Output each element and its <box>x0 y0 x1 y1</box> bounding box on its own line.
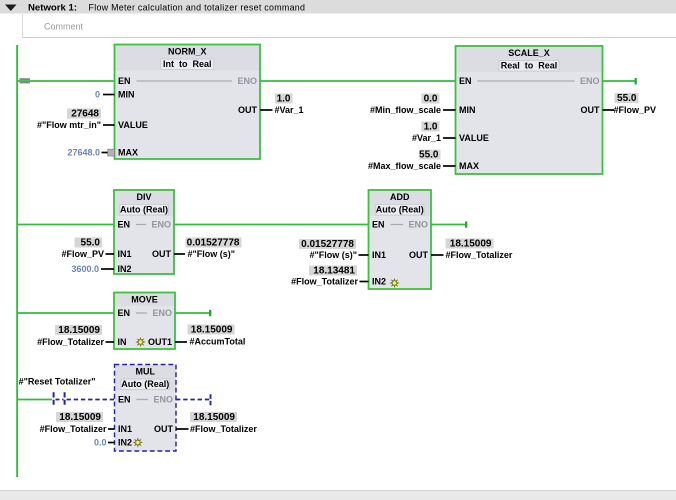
svg-text:#"Flow (s)": #"Flow (s)" <box>309 250 357 260</box>
svg-text:#Flow_Totalizer: #Flow_Totalizer <box>446 250 513 260</box>
svg-text:ENO: ENO <box>580 76 600 86</box>
svg-text:0.0: 0.0 <box>94 438 107 448</box>
svg-text:Auto (Real): Auto (Real) <box>376 205 424 215</box>
svg-text:#"Reset Totalizer": #"Reset Totalizer" <box>19 377 96 387</box>
svg-text:#Var_1: #Var_1 <box>412 133 441 143</box>
svg-text:55.0: 55.0 <box>419 150 439 161</box>
svg-text:55.0: 55.0 <box>81 238 101 249</box>
svg-text:IN1: IN1 <box>372 250 386 260</box>
svg-text:Network 1:: Network 1: <box>28 3 77 14</box>
svg-text:3600.0: 3600.0 <box>71 264 99 274</box>
svg-text:IN: IN <box>118 337 127 347</box>
svg-text:Auto (Real): Auto (Real) <box>121 379 169 389</box>
svg-text:Comment: Comment <box>44 22 84 32</box>
svg-text:#Flow_Totalizer: #Flow_Totalizer <box>291 277 358 287</box>
svg-text:EN: EN <box>118 395 131 405</box>
svg-text:IN1: IN1 <box>118 249 132 259</box>
svg-text:VALUE: VALUE <box>459 133 489 143</box>
svg-text:OUT: OUT <box>581 105 601 115</box>
svg-text:#Flow_Totalizer: #Flow_Totalizer <box>40 424 107 434</box>
svg-text:18.15009: 18.15009 <box>59 412 101 423</box>
svg-text:#Flow_Totalizer: #Flow_Totalizer <box>190 424 257 434</box>
svg-text:#Min_flow_scale: #Min_flow_scale <box>370 105 441 115</box>
svg-text:27648: 27648 <box>71 109 99 120</box>
svg-text:DIV: DIV <box>136 192 151 202</box>
svg-text:#Flow_PV: #Flow_PV <box>614 105 657 115</box>
svg-text:#Flow_PV: #Flow_PV <box>61 249 104 259</box>
svg-text:IN2: IN2 <box>118 264 132 274</box>
svg-text:MIN: MIN <box>459 105 476 115</box>
svg-text:EN: EN <box>459 76 472 86</box>
svg-text:18.15009: 18.15009 <box>193 412 235 423</box>
svg-text:#AccumTotal: #AccumTotal <box>190 337 246 347</box>
svg-text:0.01527778: 0.01527778 <box>187 238 240 249</box>
svg-text:Int to Real: Int to Real <box>163 59 212 69</box>
svg-text:#"Flow (s)": #"Flow (s)" <box>188 249 236 259</box>
svg-text:MOVE: MOVE <box>131 295 158 305</box>
svg-text:ENO: ENO <box>408 220 428 230</box>
svg-text:18.15009: 18.15009 <box>450 239 492 250</box>
svg-text:EN: EN <box>118 220 131 230</box>
svg-text:IN2: IN2 <box>372 277 386 287</box>
svg-text:ENO: ENO <box>237 76 257 86</box>
svg-text:OUT: OUT <box>152 249 172 259</box>
svg-text:SCALE_X: SCALE_X <box>508 48 550 58</box>
svg-text:MAX: MAX <box>459 161 479 171</box>
svg-text:ENO: ENO <box>152 308 172 318</box>
svg-text:MUL: MUL <box>136 367 156 377</box>
svg-text:OUT: OUT <box>238 105 258 115</box>
svg-text:0: 0 <box>95 90 100 100</box>
svg-text:MAX: MAX <box>118 148 138 158</box>
svg-text:1.0: 1.0 <box>277 94 291 105</box>
svg-text:NORM_X: NORM_X <box>168 47 207 57</box>
svg-text:0.0: 0.0 <box>424 94 438 105</box>
svg-text:VALUE: VALUE <box>118 120 148 130</box>
svg-text:OUT: OUT <box>409 250 429 260</box>
svg-text:18.13481: 18.13481 <box>313 266 355 277</box>
svg-text:IN2: IN2 <box>118 438 132 448</box>
svg-text:EN: EN <box>118 308 131 318</box>
svg-text:Auto (Real): Auto (Real) <box>120 205 168 215</box>
svg-text:EN: EN <box>118 76 131 86</box>
svg-text:Real to Real: Real to Real <box>501 61 558 71</box>
svg-text:ADD: ADD <box>390 192 410 202</box>
svg-text:ENO: ENO <box>153 395 173 405</box>
svg-text:#"Flow mtr_in": #"Flow mtr_in" <box>37 120 101 130</box>
svg-text:18.15009: 18.15009 <box>191 325 233 336</box>
svg-text:OUT1: OUT1 <box>148 337 172 347</box>
svg-text:1.0: 1.0 <box>424 122 438 133</box>
svg-text:0.01527778: 0.01527778 <box>301 239 354 250</box>
svg-text:Flow Meter calculation and tot: Flow Meter calculation and totalizer res… <box>89 2 306 12</box>
svg-text:55.0: 55.0 <box>617 93 637 104</box>
svg-text:OUT: OUT <box>154 424 174 434</box>
svg-text:MIN: MIN <box>118 90 135 100</box>
svg-text:IN1: IN1 <box>118 424 132 434</box>
svg-text:18.15009: 18.15009 <box>58 325 100 336</box>
svg-text:EN: EN <box>372 220 385 230</box>
svg-text:#Flow_Totalizer: #Flow_Totalizer <box>37 337 104 347</box>
svg-text:ENO: ENO <box>151 220 171 230</box>
svg-text:27648.0: 27648.0 <box>67 148 100 158</box>
svg-text:#Var_1: #Var_1 <box>275 105 304 115</box>
svg-text:#Max_flow_scale: #Max_flow_scale <box>368 161 441 171</box>
